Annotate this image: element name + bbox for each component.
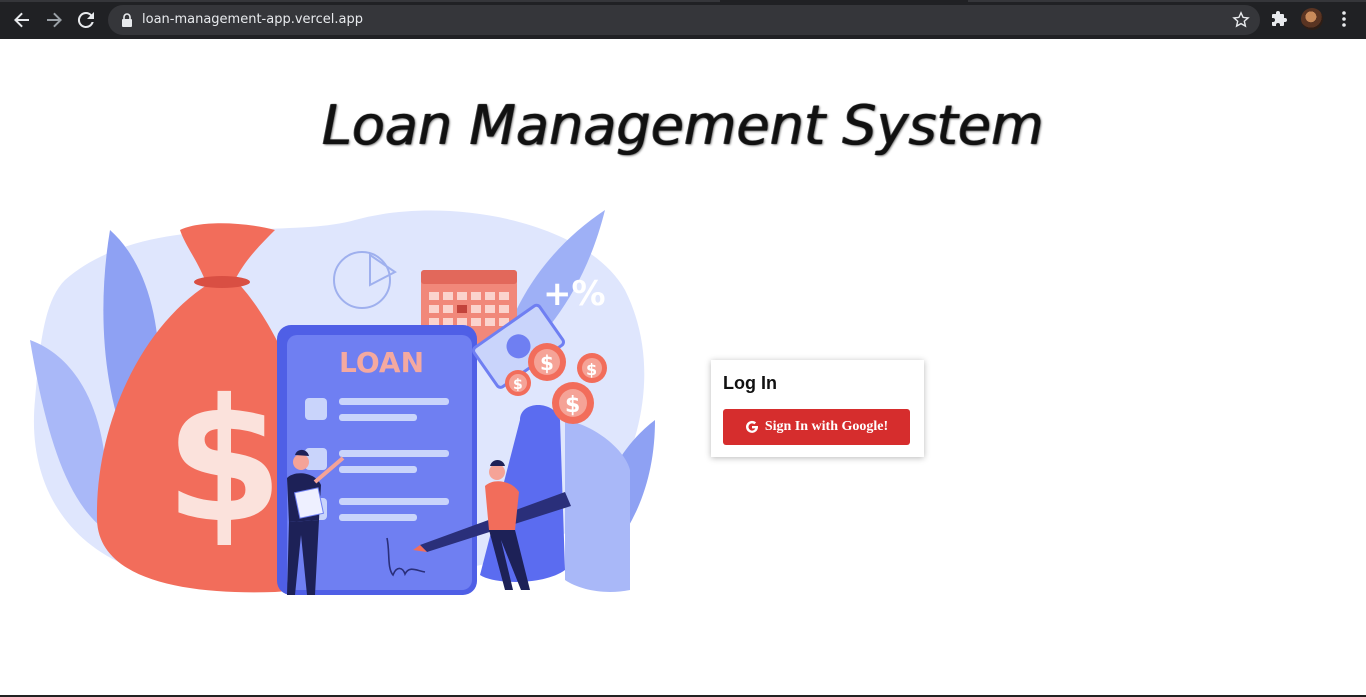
lock-icon xyxy=(122,13,132,27)
menu-icon[interactable] xyxy=(1336,10,1352,28)
tab-segment xyxy=(968,0,1366,2)
profile-avatar[interactable] xyxy=(1301,8,1323,30)
login-card: Log In Sign In with Google! xyxy=(711,360,924,457)
reload-icon xyxy=(77,11,94,28)
dollar-sign: $ xyxy=(165,363,283,561)
loan-label: LOAN xyxy=(339,346,424,379)
back-icon xyxy=(14,12,29,28)
google-sign-in-label: Sign In with Google! xyxy=(764,419,889,434)
bookmark-star-icon[interactable] xyxy=(1232,11,1250,29)
page-title: Loan Management System xyxy=(322,94,1044,157)
address-bar[interactable]: loan-management-app.vercel.app xyxy=(108,5,1260,35)
coin-glyph: $ xyxy=(586,360,597,379)
percent-label: +% xyxy=(543,274,606,314)
extensions-icon[interactable] xyxy=(1269,9,1289,29)
login-heading: Log In xyxy=(723,373,777,393)
forward-button[interactable] xyxy=(42,8,66,32)
coin-glyph: $ xyxy=(540,351,554,375)
forward-icon xyxy=(47,12,62,28)
tab-segment xyxy=(0,0,720,2)
google-icon xyxy=(745,420,758,433)
coin-glyph: $ xyxy=(565,393,580,418)
browser-toolbar: loan-management-app.vercel.app xyxy=(0,0,1366,39)
tab-strip xyxy=(0,0,1366,2)
reload-button[interactable] xyxy=(74,8,98,32)
google-sign-in-button[interactable]: Sign In with Google! xyxy=(723,409,910,445)
loan-illustration: +% $ LOAN $ $ $ $ xyxy=(30,210,655,595)
url-text: loan-management-app.vercel.app xyxy=(142,12,363,27)
back-button[interactable] xyxy=(10,8,34,32)
coin-glyph: $ xyxy=(513,377,523,393)
